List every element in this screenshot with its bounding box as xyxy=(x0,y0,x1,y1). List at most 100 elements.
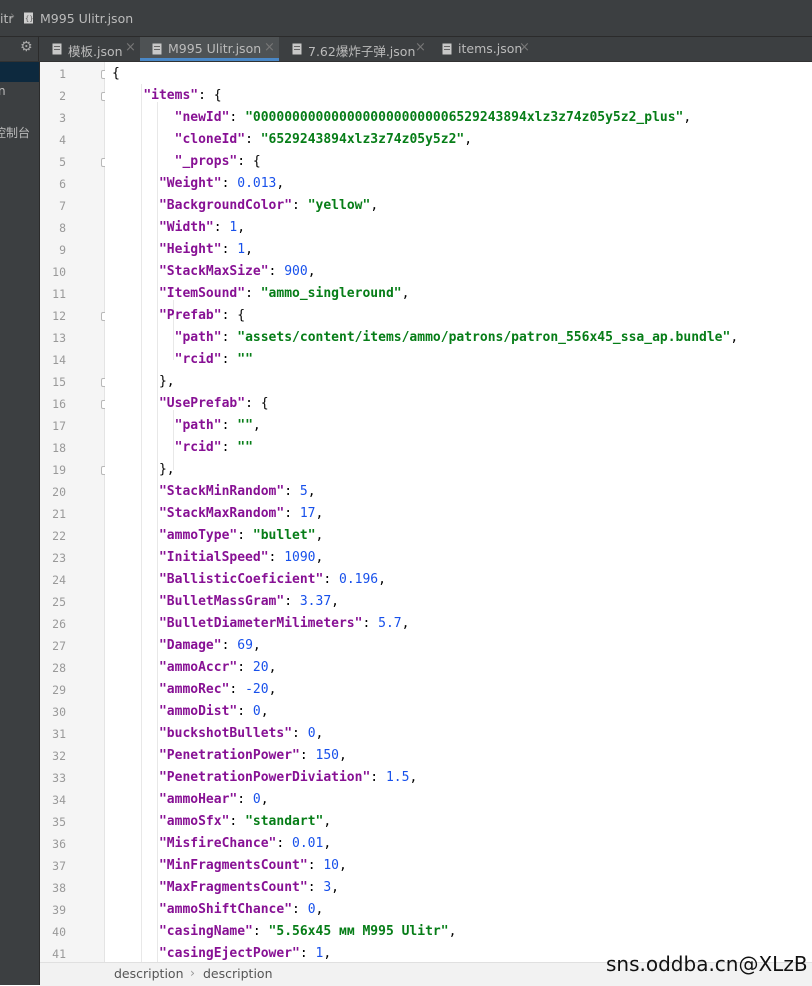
code-line[interactable]: "buckshotBullets": 0, xyxy=(112,723,323,745)
code-line[interactable]: "ammoAccr": 20, xyxy=(112,657,276,679)
close-tab-icon[interactable]: × xyxy=(415,40,426,55)
close-tab-icon[interactable]: × xyxy=(125,40,136,55)
code-line[interactable]: "items": { xyxy=(112,85,221,107)
code-line[interactable]: "ammoShiftChance": 0, xyxy=(112,899,323,921)
line-number: 38 xyxy=(52,881,66,895)
code-line[interactable]: "path": "assets/content/items/ammo/patro… xyxy=(112,327,739,349)
line-number: 16 xyxy=(52,397,66,411)
code-line[interactable]: "StackMaxSize": 900, xyxy=(112,261,316,283)
line-number: 18 xyxy=(52,441,66,455)
line-number: 40 xyxy=(52,925,66,939)
code-line[interactable]: "ItemSound": "ammo_singleround", xyxy=(112,283,409,305)
code-line[interactable]: "ammoHear": 0, xyxy=(112,789,269,811)
tab-label: M995 Ulitr.json xyxy=(168,41,262,56)
editor-tab-bar: ⚙ 模板.json × M995 Ulitr.json × 7.62爆炸子弹.j… xyxy=(0,37,812,62)
code-line[interactable]: "ammoSfx": "standart", xyxy=(112,811,331,833)
code-line[interactable]: "StackMaxRandom": 17, xyxy=(112,503,323,525)
line-number: 28 xyxy=(52,661,66,675)
line-number: 17 xyxy=(52,419,66,433)
tab-762-explosive-json[interactable]: 7.62爆炸子弹.json × xyxy=(280,37,429,61)
line-number: 11 xyxy=(52,287,66,301)
line-number: 25 xyxy=(52,595,66,609)
line-number: 41 xyxy=(52,947,66,961)
line-number: 1 xyxy=(59,67,66,81)
code-line[interactable]: "BallisticCoeficient": 0.196, xyxy=(112,569,386,591)
line-number: 29 xyxy=(52,683,66,697)
code-line[interactable]: }, xyxy=(112,371,175,393)
tab-m995-ulitr-json[interactable]: M995 Ulitr.json × xyxy=(140,37,279,61)
code-line[interactable]: "newId": "000000000000000000000000065292… xyxy=(112,107,692,129)
line-number: 39 xyxy=(52,903,66,917)
json-file-icon xyxy=(152,43,163,58)
watermark: sns.oddba.cn@XLzB xyxy=(606,952,808,976)
line-number: 36 xyxy=(52,837,66,851)
line-number: 37 xyxy=(52,859,66,873)
code-line[interactable]: "StackMinRandom": 5, xyxy=(112,481,316,503)
line-number: 2 xyxy=(59,89,66,103)
code-line[interactable]: "rcid": "" xyxy=(112,437,253,459)
json-file-icon xyxy=(292,43,303,58)
tree-item[interactable]: n xyxy=(0,84,6,98)
tab-items-json[interactable]: items.json × xyxy=(430,37,536,61)
code-line[interactable]: "rcid": "" xyxy=(112,349,253,371)
code-line[interactable]: "Height": 1, xyxy=(112,239,253,261)
code-line[interactable]: "UsePrefab": { xyxy=(112,393,269,415)
code-editor[interactable]: { "items": { "newId": "00000000000000000… xyxy=(105,62,812,962)
line-number: 21 xyxy=(52,507,66,521)
code-line[interactable]: "BulletDiameterMilimeters": 5.7, xyxy=(112,613,409,635)
json-file-icon xyxy=(52,43,63,58)
code-line[interactable]: }, xyxy=(112,459,175,481)
tab-label: 模板.json xyxy=(68,44,123,59)
tab-template-json[interactable]: 模板.json × xyxy=(40,37,139,61)
code-line[interactable]: "Weight": 0.013, xyxy=(112,173,284,195)
code-line[interactable]: "ammoRec": -20, xyxy=(112,679,276,701)
line-number: 3 xyxy=(59,111,66,125)
close-tab-icon[interactable]: × xyxy=(519,40,530,55)
line-number: 35 xyxy=(52,815,66,829)
tree-item-console[interactable]: 控制台 xyxy=(0,124,30,141)
code-line[interactable]: "Damage": 69, xyxy=(112,635,261,657)
code-line[interactable]: "Width": 1, xyxy=(112,217,245,239)
code-line[interactable]: "cloneId": "6529243894xlz3z74z05y5z2", xyxy=(112,129,472,151)
line-number: 12 xyxy=(52,309,66,323)
code-line[interactable]: "_props": { xyxy=(112,151,261,173)
line-number: 32 xyxy=(52,749,66,763)
code-line[interactable]: "MisfireChance": 0.01, xyxy=(112,833,331,855)
line-number: 33 xyxy=(52,771,66,785)
line-number: 24 xyxy=(52,573,66,587)
line-number: 13 xyxy=(52,331,66,345)
code-line[interactable]: { xyxy=(112,63,120,85)
close-tab-icon[interactable]: × xyxy=(264,40,275,55)
line-number: 14 xyxy=(52,353,66,367)
code-line[interactable]: "casingEjectPower": 1, xyxy=(112,943,331,962)
breadcrumb-item[interactable]: description xyxy=(114,966,184,981)
code-line[interactable]: "path": "", xyxy=(112,415,261,437)
breadcrumb-item[interactable]: description xyxy=(203,966,273,981)
code-line[interactable]: "MinFragmentsCount": 10, xyxy=(112,855,347,877)
breadcrumb-file[interactable]: M995 Ulitr.json xyxy=(40,11,133,26)
tab-label: items.json xyxy=(458,41,523,56)
code-line[interactable]: "InitialSpeed": 1090, xyxy=(112,547,323,569)
code-line[interactable]: "BackgroundColor": "yellow", xyxy=(112,195,378,217)
line-number: 31 xyxy=(52,727,66,741)
line-number-gutter[interactable]: 1 2 3 4 5 6 7 8 9 10 11 12 13 14 15 16 17 18 19 20 21 22 23 24 2… xyxy=(40,62,110,962)
code-line[interactable]: "ammoType": "bullet", xyxy=(112,525,323,547)
code-line[interactable]: "Prefab": { xyxy=(112,305,245,327)
line-number: 5 xyxy=(59,155,66,169)
code-line[interactable]: "BulletMassGram": 3.37, xyxy=(112,591,339,613)
breadcrumb-separator-icon: › xyxy=(10,9,16,24)
svg-text:{}: {} xyxy=(25,15,33,23)
code-line[interactable]: "ammoDist": 0, xyxy=(112,701,269,723)
line-number: 20 xyxy=(52,485,66,499)
code-line[interactable]: "PenetrationPowerDiviation": 1.5, xyxy=(112,767,417,789)
gear-icon[interactable]: ⚙ xyxy=(20,40,34,54)
code-line[interactable]: "PenetrationPower": 150, xyxy=(112,745,347,767)
line-number: 10 xyxy=(52,265,66,279)
selected-tree-row[interactable] xyxy=(0,62,39,82)
line-number: 6 xyxy=(59,177,66,191)
code-line[interactable]: "MaxFragmentsCount": 3, xyxy=(112,877,339,899)
navigation-bar: itr › {} M995 Ulitr.json xyxy=(0,0,812,37)
code-line[interactable]: "casingName": "5.56x45 мм M995 Ulitr", xyxy=(112,921,456,943)
json-file-icon xyxy=(442,43,453,58)
line-number: 34 xyxy=(52,793,66,807)
